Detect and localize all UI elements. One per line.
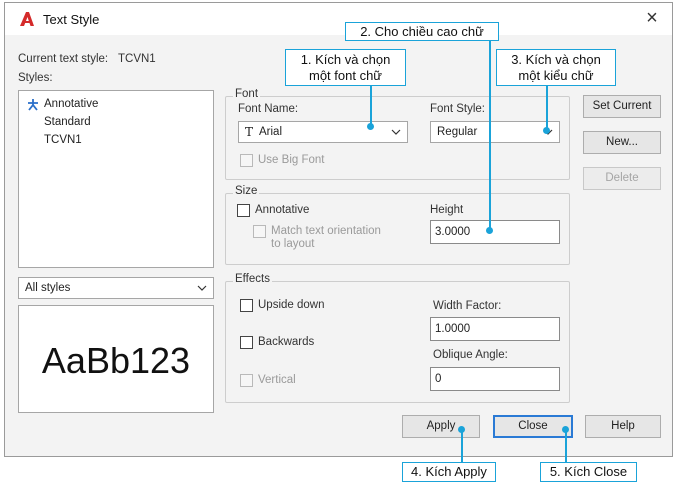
font-name-value: Arial <box>259 126 283 138</box>
width-factor-label: Width Factor: <box>433 300 502 312</box>
styles-listbox[interactable]: Annotative Standard TCVN1 <box>18 90 214 268</box>
style-item-standard[interactable]: Standard <box>44 116 91 128</box>
font-style-value: Regular <box>437 126 478 138</box>
callout-click-close-dot <box>562 426 569 433</box>
callout-select-style-leader <box>546 86 548 130</box>
match-orientation-checkbox[interactable] <box>253 225 266 238</box>
preview-text: AaBb123 <box>41 340 191 381</box>
vertical-checkbox[interactable] <box>240 374 253 387</box>
callout-select-font-line1: 1. Kích và chọn <box>300 52 391 67</box>
callout-select-font-dot <box>367 123 374 130</box>
callout-click-close: 5. Kích Close <box>540 462 637 482</box>
window-title: Text Style <box>43 12 100 27</box>
apply-button[interactable]: Apply <box>402 415 480 438</box>
callout-select-style-dot <box>543 127 550 134</box>
close-window-icon[interactable]: × <box>640 7 664 31</box>
styles-filter-value: All styles <box>25 282 71 294</box>
chevron-down-icon <box>391 129 401 135</box>
chevron-down-icon <box>197 285 207 291</box>
font-style-dropdown[interactable]: Regular <box>430 121 560 143</box>
current-style-value: TCVN1 <box>118 53 156 65</box>
style-preview: AaBb123 <box>18 305 214 413</box>
width-factor-value: 1.0000 <box>435 323 471 335</box>
callout-click-close-leader <box>565 429 567 462</box>
upside-down-checkbox[interactable] <box>240 299 253 312</box>
match-orientation-label-2: to layout <box>271 238 315 250</box>
callout-select-font: 1. Kích và chọn một font chữ <box>285 49 406 86</box>
callout-click-apply-dot <box>458 426 465 433</box>
callout-select-font-line2: một font chữ <box>308 68 382 83</box>
oblique-angle-input[interactable]: 0 <box>430 367 560 391</box>
height-value: 3.0000 <box>435 226 471 238</box>
font-group-title: Font <box>233 88 261 100</box>
style-item-tcvn1[interactable]: TCVN1 <box>44 134 82 146</box>
effects-group-title: Effects <box>233 273 272 285</box>
callout-set-height-leader <box>489 41 491 230</box>
callout-set-height-dot <box>486 227 493 234</box>
callout-select-style-line2: một kiểu chữ <box>518 68 594 83</box>
set-current-button[interactable]: Set Current <box>583 95 661 118</box>
match-orientation-label-1: Match text orientation <box>271 225 381 237</box>
styles-label: Styles: <box>18 72 53 84</box>
height-label: Height <box>430 204 464 216</box>
font-name-dropdown[interactable]: T Arial <box>238 121 408 143</box>
upside-down-label: Upside down <box>258 299 325 311</box>
callout-set-height: 2. Cho chiều cao chữ <box>345 22 499 41</box>
callout-click-apply: 4. Kích Apply <box>402 462 496 482</box>
vertical-label: Vertical <box>258 374 296 386</box>
help-button[interactable]: Help <box>585 415 661 438</box>
annotative-checkbox[interactable] <box>237 204 250 217</box>
callout-select-font-leader <box>370 86 372 126</box>
current-style-label: Current text style: <box>18 53 109 65</box>
style-item-annotative[interactable]: Annotative <box>44 98 98 110</box>
height-input[interactable]: 3.0000 <box>430 220 560 244</box>
backwards-checkbox[interactable] <box>240 336 253 349</box>
callout-click-apply-leader <box>461 429 463 462</box>
use-big-font-label: Use Big Font <box>258 154 325 166</box>
autocad-logo-icon <box>20 12 34 26</box>
close-button[interactable]: Close <box>493 415 573 438</box>
width-factor-input[interactable]: 1.0000 <box>430 317 560 341</box>
font-name-label: Font Name: <box>238 103 299 115</box>
annotative-label: Annotative <box>255 204 310 216</box>
oblique-angle-value: 0 <box>435 373 442 385</box>
truetype-font-icon: T <box>245 125 254 139</box>
backwards-label: Backwards <box>258 336 315 348</box>
annotative-icon <box>28 99 38 111</box>
size-group-title: Size <box>233 185 260 197</box>
font-style-label: Font Style: <box>430 103 485 115</box>
title-bar: Text Style × <box>5 3 672 35</box>
callout-select-style-line1: 3. Kích và chọn <box>511 52 601 67</box>
new-style-button[interactable]: New... <box>583 131 661 154</box>
oblique-angle-label: Oblique Angle: <box>433 349 508 361</box>
styles-filter-dropdown[interactable]: All styles <box>18 277 214 299</box>
delete-style-button[interactable]: Delete <box>583 167 661 190</box>
use-big-font-checkbox[interactable] <box>240 154 253 167</box>
callout-select-style: 3. Kích và chọn một kiểu chữ <box>496 49 616 86</box>
